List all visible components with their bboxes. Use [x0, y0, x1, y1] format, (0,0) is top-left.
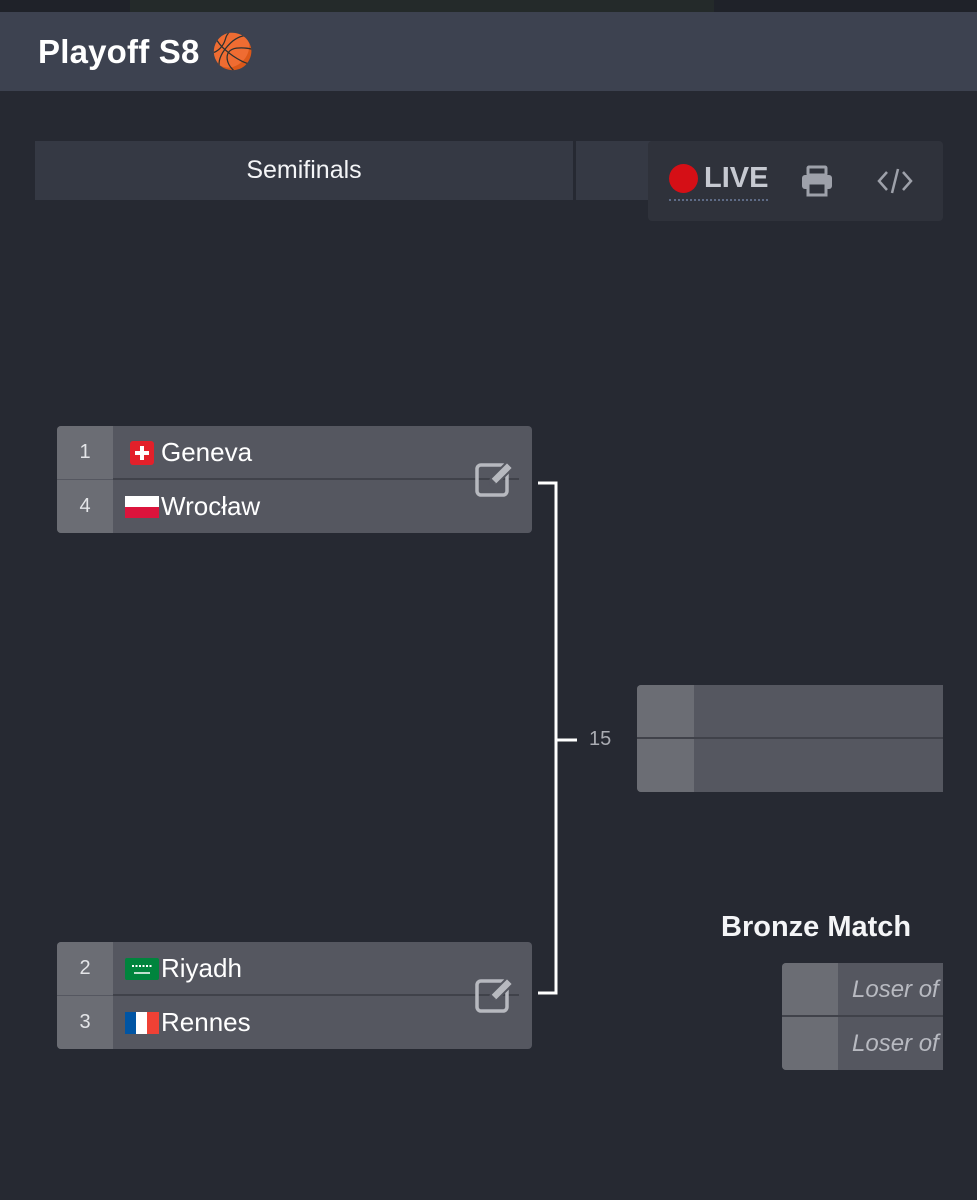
bronze-placeholder-1: Loser of [852, 976, 939, 1003]
bronze-placeholder-2: Loser of [852, 1030, 939, 1057]
match-divider [637, 737, 943, 739]
bronze-match[interactable]: Loser of Loser of [782, 963, 943, 1070]
match-divider [782, 1015, 943, 1017]
final-match[interactable] [637, 685, 943, 792]
match-number: 15 [589, 728, 612, 750]
bronze-match-title: Bronze Match [721, 911, 912, 943]
